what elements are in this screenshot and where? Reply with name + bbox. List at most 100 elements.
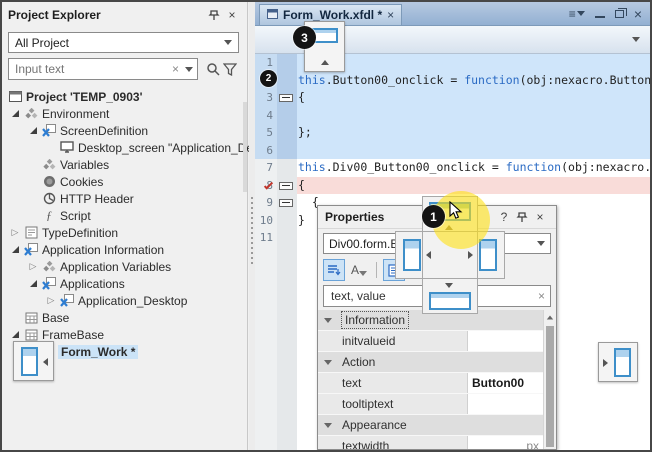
close-icon[interactable]: × [531, 208, 549, 226]
fold-marker-icon[interactable] [279, 182, 293, 190]
project-explorer-title: Project Explorer [8, 8, 205, 22]
code-line[interactable]: 4 [255, 107, 650, 125]
code-line[interactable]: 5}; [255, 124, 650, 142]
tree-item-environment[interactable]: Environment [2, 105, 243, 122]
expand-arrow-icon[interactable] [25, 280, 41, 287]
grid-icon [23, 329, 39, 341]
close-icon[interactable]: × [223, 6, 241, 24]
dock-top-arrow-icon [321, 60, 329, 65]
splitter-grip[interactable] [251, 197, 253, 267]
property-row-initvalueid[interactable]: initvalueid [318, 331, 543, 352]
tree-item-script[interactable]: ƒ Script [2, 207, 243, 224]
application-icon [23, 243, 39, 256]
property-row-tooltiptext[interactable]: tooltiptext [318, 394, 543, 415]
variables-icon [41, 159, 57, 171]
pin-icon[interactable] [513, 208, 531, 226]
clear-search-icon[interactable]: × [172, 62, 179, 76]
tree-item-base[interactable]: Base [2, 309, 243, 326]
tree-item-application-variables[interactable]: ▷ Application Variables [2, 258, 243, 275]
tree-scrollbar[interactable] [243, 102, 247, 192]
help-icon[interactable]: ? [495, 208, 513, 226]
search-options-caret-icon[interactable] [185, 67, 193, 72]
category-collapse-icon[interactable] [318, 423, 338, 428]
category-row-appearance[interactable]: Appearance [318, 415, 543, 436]
code-line[interactable]: 6 [255, 142, 650, 160]
application-icon [41, 277, 57, 290]
editor-close-icon[interactable]: × [634, 6, 642, 22]
tree-search-box[interactable]: × [8, 58, 198, 80]
dock-left-target-icon[interactable] [21, 347, 38, 376]
sort-alpha-icon[interactable]: A [348, 259, 370, 281]
tree-item-desktop-screen[interactable]: Desktop_screen "Application_Des [2, 139, 243, 156]
scroll-up-icon[interactable] [544, 310, 556, 324]
chevron-down-icon[interactable] [537, 241, 545, 246]
tree-item-project[interactable]: Project 'TEMP_0903' [2, 88, 243, 105]
dock-bottom-button[interactable] [429, 292, 471, 310]
category-collapse-icon[interactable] [318, 360, 338, 365]
property-value-field[interactable]: px [467, 436, 543, 449]
tree-item-typedefinition[interactable]: ▷ TypeDefinition [2, 224, 243, 241]
dock-right-target-icon[interactable] [614, 348, 631, 377]
collapse-arrow-icon[interactable]: ▷ [43, 296, 59, 305]
search-icon[interactable] [204, 60, 221, 78]
pin-icon[interactable] [205, 6, 223, 24]
clear-filter-icon[interactable]: × [538, 289, 545, 303]
tree-item-cookies[interactable]: Cookies [2, 173, 243, 190]
dock-left-small-arrow-icon [426, 251, 431, 259]
sort-category-icon[interactable] [323, 259, 345, 281]
restore-icon[interactable] [615, 10, 624, 18]
scrollbar-thumb[interactable] [546, 326, 554, 447]
code-line[interactable]: 3{ [255, 89, 650, 107]
category-row-action[interactable]: Action [318, 352, 543, 373]
code-line[interactable]: 7this.Div00_Button00_onclick = function(… [255, 159, 650, 177]
category-collapse-icon[interactable] [318, 318, 338, 323]
fold-marker-icon[interactable] [279, 94, 293, 102]
tab-close-icon[interactable]: × [387, 8, 394, 22]
monitor-icon [59, 141, 75, 154]
expand-arrow-icon[interactable] [25, 127, 41, 134]
dock-right-button[interactable] [479, 239, 497, 271]
toolbar-separator [376, 262, 377, 278]
tree-item-application-information[interactable]: Application Information [2, 241, 243, 258]
document-list-icon[interactable]: ≡ [569, 7, 585, 21]
fold-marker-icon[interactable] [279, 199, 293, 207]
project-window-icon [7, 91, 23, 102]
unit-suffix: px [526, 439, 539, 449]
tree-item-variables[interactable]: Variables [2, 156, 243, 173]
minimize-icon[interactable] [595, 16, 605, 18]
tree-search-row: × [8, 58, 239, 80]
property-label: tooltiptext [318, 397, 467, 411]
dock-left-arrow-icon [43, 358, 48, 366]
property-label: initvalueid [318, 334, 467, 348]
tree-item-screendefinition[interactable]: ScreenDefinition [2, 122, 243, 139]
tree-search-input[interactable] [13, 61, 172, 77]
chevron-down-icon[interactable] [224, 40, 232, 45]
property-value-field[interactable] [467, 331, 543, 351]
property-value-field[interactable]: Button00 [467, 373, 543, 393]
property-row-text[interactable]: text Button00 [318, 373, 543, 394]
collapse-arrow-icon[interactable]: ▷ [7, 228, 23, 237]
project-scope-select[interactable]: All Project [8, 32, 239, 53]
expand-arrow-icon[interactable] [7, 246, 23, 253]
app-window: Project Explorer × All Project × [0, 0, 652, 452]
tree-item-application-desktop[interactable]: ▷ Application_Desktop [2, 292, 243, 309]
dock-left-guide[interactable] [13, 341, 54, 381]
expand-arrow-icon[interactable] [7, 331, 23, 338]
property-grid-scrollbar[interactable] [543, 310, 556, 449]
screen-definition-icon [41, 124, 57, 137]
function-list-caret-icon[interactable] [632, 37, 640, 42]
code-line[interactable]: 2this.Button00_onclick = function(obj:ne… [255, 72, 650, 90]
property-value-field[interactable] [467, 394, 543, 414]
dock-left-button[interactable] [403, 239, 421, 271]
filter-icon[interactable] [222, 60, 239, 78]
editor-window-controls: ≡ × [569, 6, 650, 22]
project-explorer-panel: Project Explorer × All Project × [2, 2, 248, 450]
tree-item-applications[interactable]: Applications [2, 275, 243, 292]
tab-title: Form_Work.xfdl * [283, 8, 382, 22]
property-row-textwidth[interactable]: textwidth px [318, 436, 543, 449]
dock-right-guide[interactable] [598, 342, 638, 382]
collapse-arrow-icon[interactable]: ▷ [25, 262, 41, 271]
tree-item-http-header[interactable]: HTTP Header [2, 190, 243, 207]
grid-icon [23, 312, 39, 324]
expand-arrow-icon[interactable] [7, 110, 23, 117]
